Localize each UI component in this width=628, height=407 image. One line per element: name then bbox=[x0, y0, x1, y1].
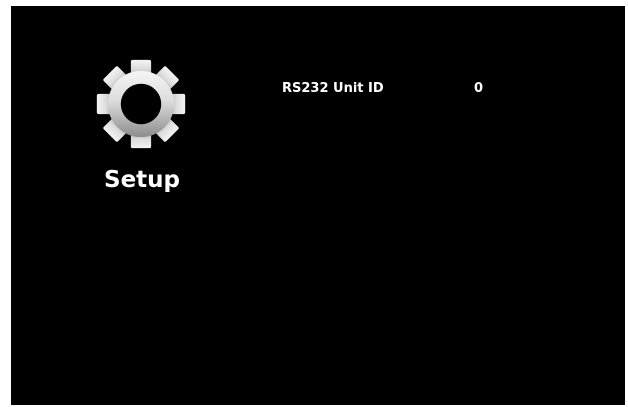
section-title: Setup bbox=[104, 167, 180, 193]
gear-icon bbox=[95, 58, 187, 150]
setting-label: RS232 Unit ID bbox=[282, 81, 384, 96]
osd-screen: Setup RS232 Unit ID 0 bbox=[11, 6, 625, 405]
setting-row-rs232-unit-id[interactable]: RS232 Unit ID 0 bbox=[280, 78, 520, 100]
setting-value: 0 bbox=[474, 81, 484, 96]
